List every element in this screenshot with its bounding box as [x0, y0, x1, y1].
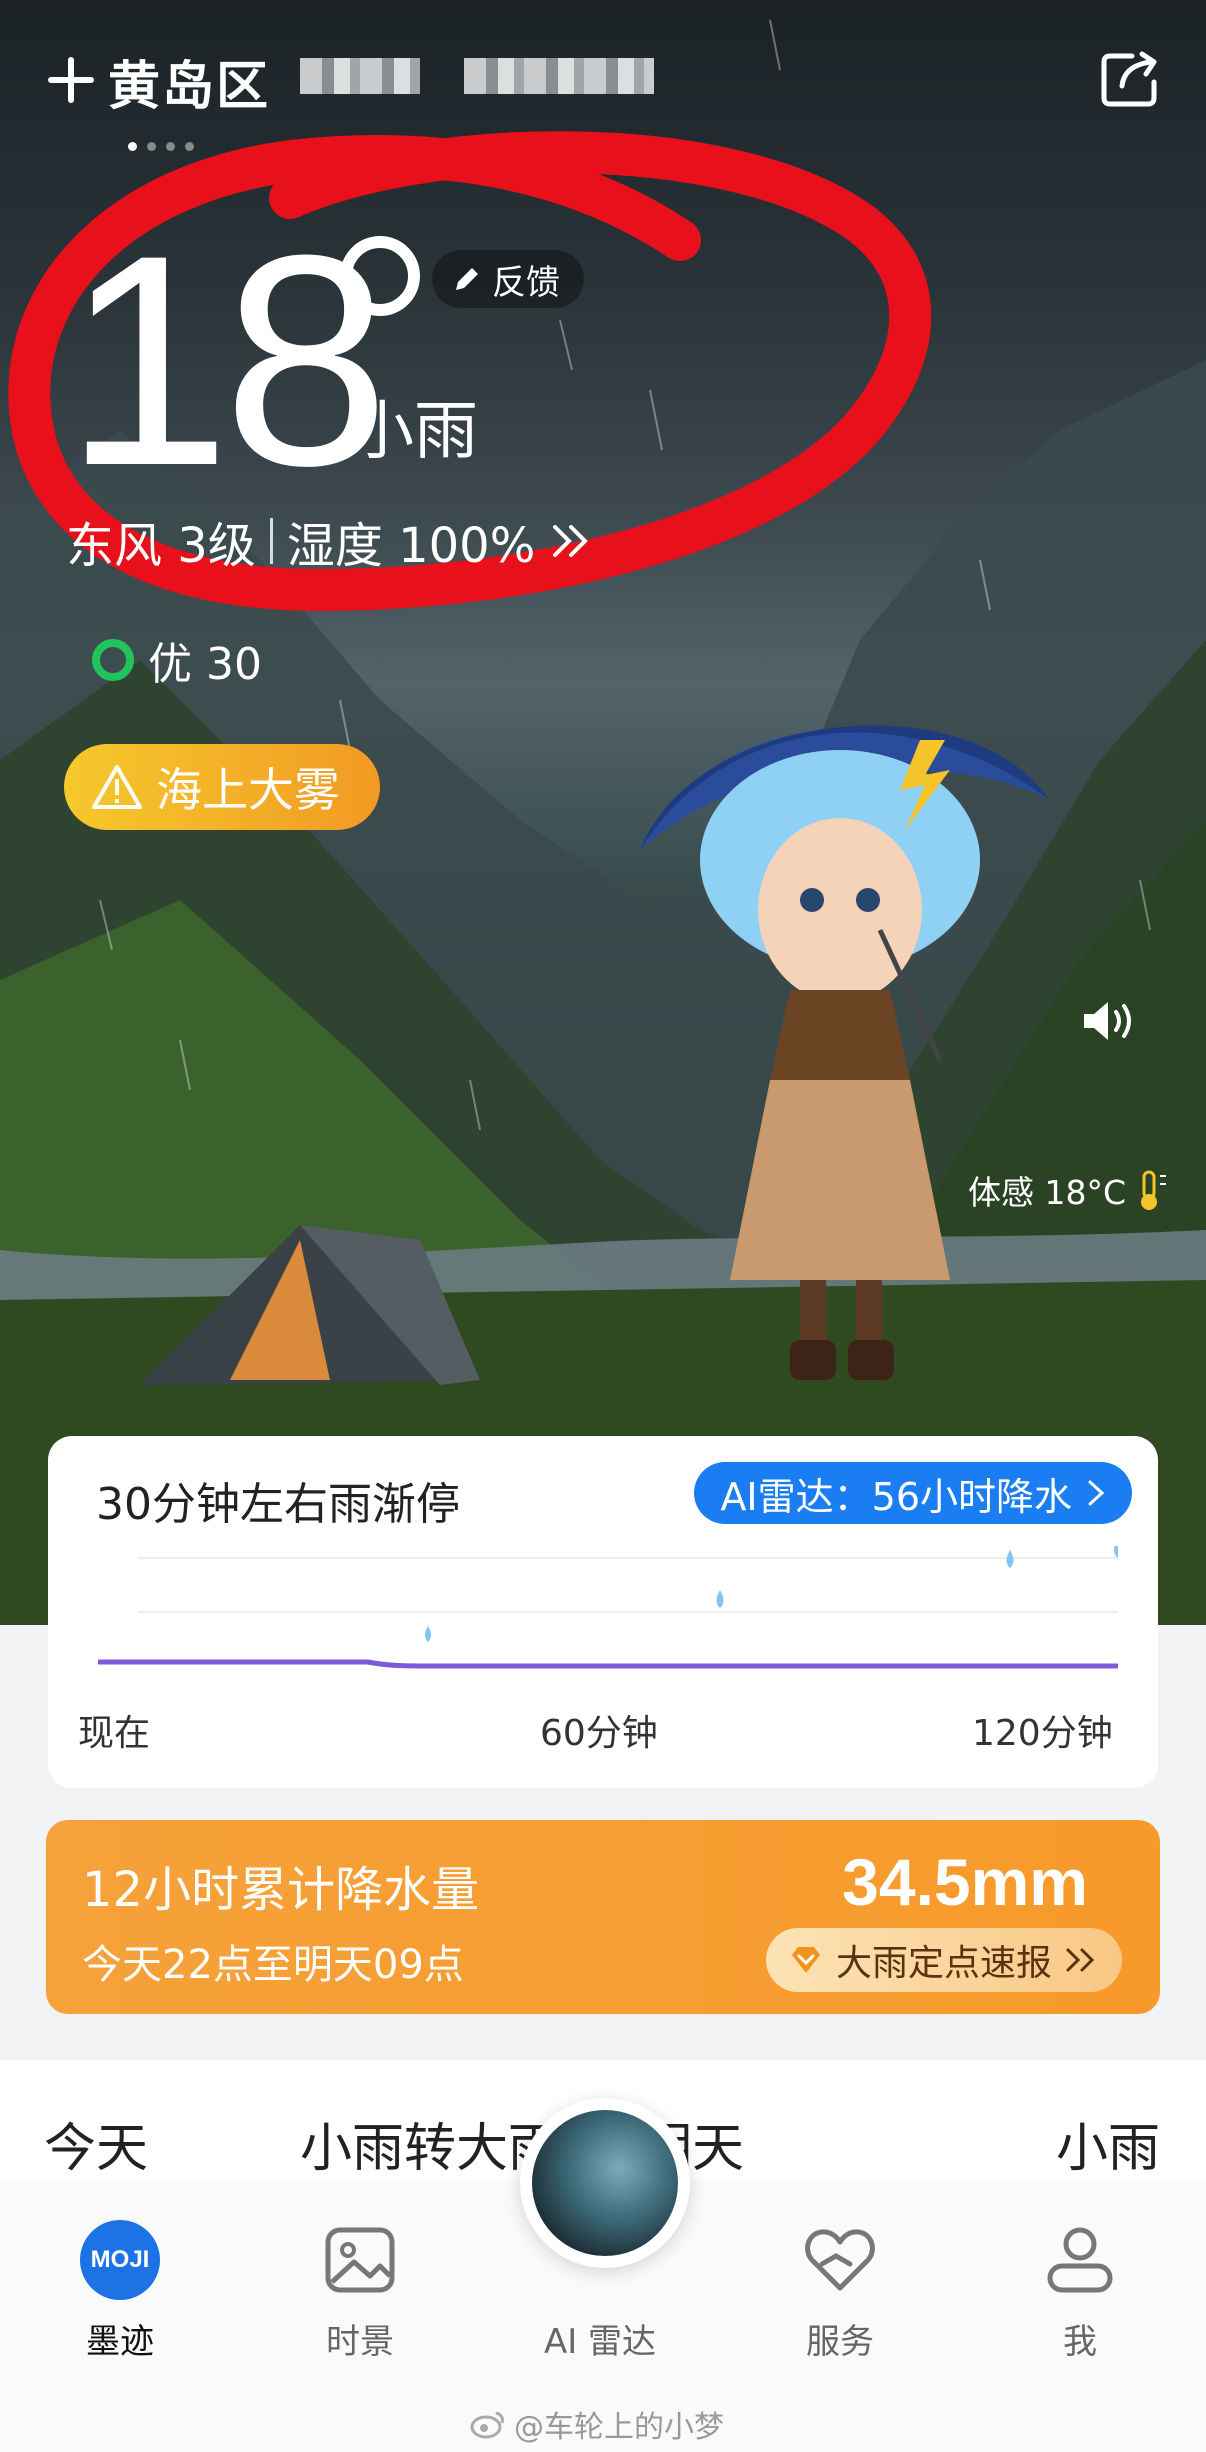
current-temperature: 18	[64, 192, 390, 528]
nowcast-summary: 30分钟左右雨渐停	[96, 1479, 460, 1530]
minute-precipitation-card[interactable]: 30分钟左右雨渐停 AI雷达：56小时降水 现在 60分钟 120分钟	[48, 1436, 1158, 1788]
precip-period: 今天22点至明天09点	[82, 1942, 464, 1988]
precip-title: 12小时累计降水量	[82, 1862, 480, 1918]
city-page-indicator	[128, 142, 194, 151]
wind-info: 东风 3级	[66, 518, 256, 574]
heart-hand-icon	[805, 2229, 875, 2291]
degree-symbol	[340, 236, 420, 316]
thermometer-icon	[1141, 1170, 1167, 1210]
weather-alert-badge[interactable]: 海上大雾	[64, 744, 380, 830]
divider	[269, 518, 273, 564]
warning-triangle-icon	[92, 765, 142, 809]
tab-home[interactable]: MOJI 墨迹	[40, 2220, 200, 2363]
precipitation-trend-chart	[98, 1546, 1118, 1669]
tab-home-label: 墨迹	[86, 2322, 154, 2362]
tab-services-label: 服务	[806, 2322, 874, 2362]
image-icon	[325, 2227, 395, 2293]
weather-details-row[interactable]: 东风 3级 湿度 100%	[66, 506, 593, 576]
tick-now: 现在	[78, 1713, 151, 1754]
aqi-ring-icon	[92, 639, 134, 681]
weibo-watermark: @车轮上的小梦	[470, 2402, 724, 2446]
accumulated-precipitation-card[interactable]: 12小时累计降水量 今天22点至明天09点 34.5mm 大雨定点速报	[46, 1820, 1160, 2014]
location-name[interactable]: 黄岛区	[108, 44, 270, 119]
radar-orb-image	[532, 2110, 678, 2256]
tab-scenes-label: 时景	[326, 2322, 394, 2362]
tick-60min: 60分钟	[540, 1713, 658, 1754]
share-icon[interactable]	[1098, 46, 1162, 110]
humidity-info: 湿度 100%	[286, 518, 536, 574]
weather-hero: 黄岛区 18 小雨 反馈 东风 3级 湿度 100% 优 30 海上大雾 体感 …	[0, 0, 1206, 1625]
ai-radar-orb-button[interactable]	[520, 2098, 690, 2268]
person-icon	[1047, 2227, 1113, 2293]
forecast-today-label: 今天	[44, 2119, 149, 2179]
heavy-rain-report-button[interactable]: 大雨定点速报	[765, 1928, 1122, 1992]
top-bar: 黄岛区	[0, 0, 1206, 151]
page-dot	[185, 142, 194, 151]
current-condition: 小雨	[350, 395, 478, 469]
double-chevron-right-icon	[1066, 1948, 1095, 1972]
chevron-right-icon	[1088, 1480, 1105, 1506]
feels-like-label: 体感 18°C	[968, 1173, 1127, 1212]
moji-logo-icon: MOJI	[80, 2220, 160, 2300]
report-label: 大雨定点速报	[835, 1943, 1052, 1984]
ai-radar-button[interactable]: AI雷达：56小时降水	[694, 1462, 1132, 1524]
redacted-address	[300, 58, 420, 94]
tab-services[interactable]: 服务	[760, 2220, 920, 2363]
precip-amount: 34.5mm	[842, 1845, 1088, 1919]
double-chevron-right-icon	[553, 525, 589, 557]
page-dot	[147, 142, 156, 151]
tab-me-label: 我	[1063, 2322, 1097, 2362]
tab-scenes[interactable]: 时景	[280, 2220, 440, 2363]
aqi-label: 优 30	[148, 639, 262, 690]
page-dot	[128, 142, 137, 151]
forecast-tomorrow-condition: 小雨	[1056, 2119, 1161, 2179]
feedback-button[interactable]: 反馈	[432, 250, 584, 308]
air-quality-badge[interactable]: 优 30	[92, 628, 262, 692]
redacted-address	[464, 58, 654, 94]
feedback-label: 反馈	[492, 262, 560, 303]
ai-radar-label: AI雷达：56小时降水	[720, 1474, 1072, 1519]
tab-ai-radar-label: AI 雷达	[543, 2322, 657, 2362]
speaker-icon[interactable]	[1080, 996, 1138, 1046]
add-city-icon[interactable]	[46, 55, 96, 105]
tick-120min: 120分钟	[972, 1713, 1113, 1754]
feels-like: 体感 18°C	[968, 1166, 1168, 1214]
page-dot	[166, 142, 175, 151]
raindrop-icons	[425, 1546, 1118, 1642]
tab-me[interactable]: 我	[1000, 2220, 1160, 2363]
pencil-icon	[456, 268, 478, 290]
weibo-logo-icon	[470, 2411, 504, 2439]
alert-label: 海上大雾	[156, 763, 340, 817]
vip-diamond-icon	[791, 1947, 820, 1973]
watermark-text: @车轮上的小梦	[514, 2410, 724, 2445]
